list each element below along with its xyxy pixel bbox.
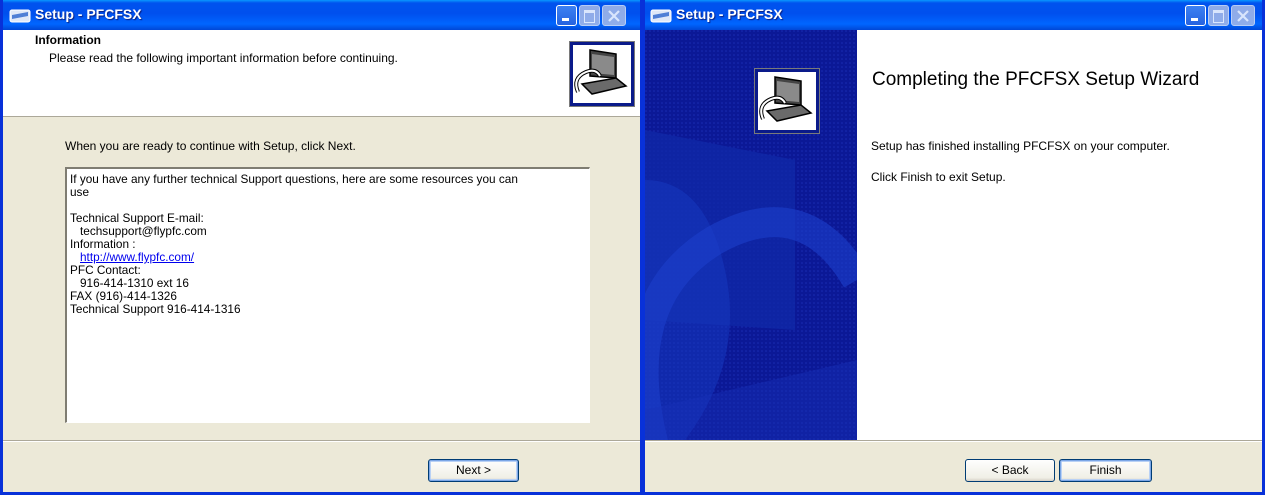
setup-computer-icon — [754, 68, 820, 134]
close-button[interactable] — [1231, 5, 1255, 26]
finish-button[interactable]: Finish — [1059, 459, 1152, 482]
maximize-icon — [584, 10, 595, 23]
footer-divider — [3, 440, 640, 442]
back-button[interactable]: < Back — [965, 459, 1055, 482]
app-icon — [650, 9, 672, 23]
maximize-button[interactable] — [1208, 5, 1229, 26]
completion-heading: Completing the PFCFSX Setup Wizard — [872, 69, 1200, 90]
setup-window-information: Setup - PFCFSX Information Please read t… — [0, 0, 643, 495]
website-link[interactable]: http://www.flypfc.com/ — [80, 250, 194, 264]
window-title: Setup - PFCFSX — [35, 6, 142, 22]
close-icon — [608, 10, 620, 22]
maximize-icon — [1213, 10, 1224, 23]
setup-window-complete: Setup - PFCFSX Completing the PFCFSX Set… — [643, 0, 1265, 495]
wizard-header: Information Please read the following im… — [3, 30, 640, 117]
minimize-icon — [1191, 18, 1198, 21]
footer-divider — [645, 440, 1262, 442]
maximize-button[interactable] — [579, 5, 600, 26]
intro-text: When you are ready to continue with Setu… — [65, 139, 356, 153]
page-subtitle: Please read the following important info… — [49, 51, 398, 65]
minimize-icon — [562, 18, 569, 21]
minimize-button[interactable] — [1185, 5, 1206, 26]
next-button[interactable]: Next > — [428, 459, 519, 482]
side-image-art — [645, 30, 857, 440]
close-button[interactable] — [602, 5, 626, 26]
info-textbox[interactable]: If you have any further technical Suppor… — [65, 167, 590, 423]
page-title: Information — [35, 33, 101, 47]
wizard-side-image — [645, 30, 857, 440]
info-line: Technical Support 916-414-1316 — [70, 302, 241, 316]
support-email: techsupport@flypfc.com — [80, 224, 207, 238]
title-bar[interactable]: Setup - PFCFSX — [645, 0, 1262, 30]
info-line: use — [70, 185, 90, 199]
exit-instruction: Click Finish to exit Setup. — [871, 170, 1006, 184]
minimize-button[interactable] — [556, 5, 577, 26]
wizard-main-panel: Completing the PFCFSX Setup Wizard Setup… — [857, 30, 1262, 440]
window-title: Setup - PFCFSX — [676, 6, 783, 22]
title-bar[interactable]: Setup - PFCFSX — [3, 0, 640, 30]
setup-computer-icon — [569, 41, 635, 107]
app-icon — [9, 9, 31, 23]
completion-message: Setup has finished installing PFCFSX on … — [871, 139, 1170, 153]
close-icon — [1237, 10, 1249, 22]
info-line: If you have any further technical Suppor… — [70, 172, 518, 186]
